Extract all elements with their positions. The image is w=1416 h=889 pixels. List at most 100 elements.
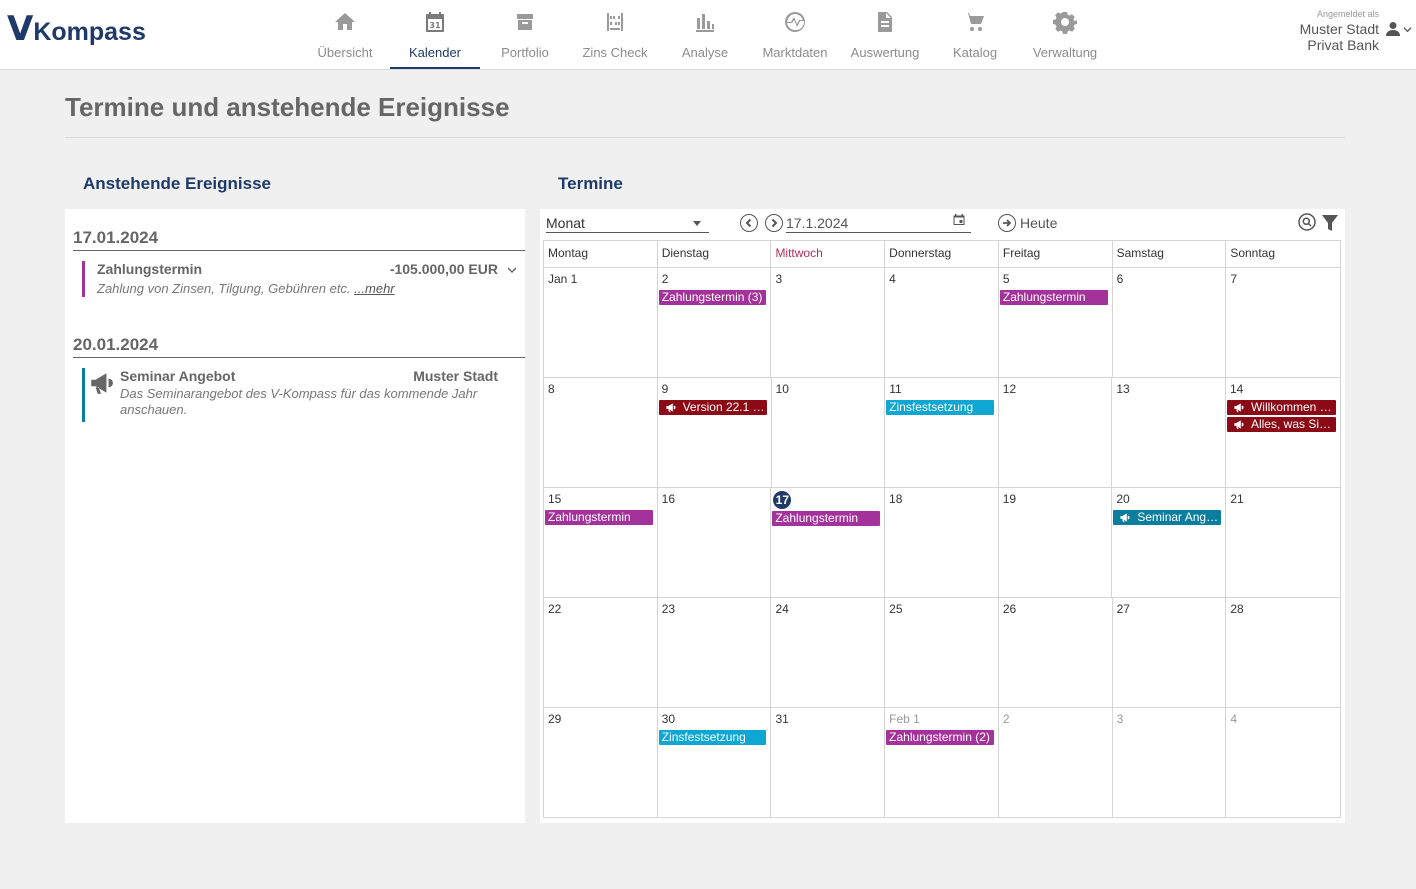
calendar-day-cell[interactable]: 13 xyxy=(1112,378,1226,487)
calendar-icon-number: 31 xyxy=(429,21,441,30)
calendar-day-cell[interactable]: 30 Zinsfestsetzung xyxy=(658,708,772,817)
calendar-day-cell[interactable]: 9 Version 22.1 is... xyxy=(658,378,772,487)
calendar-picker-icon[interactable] xyxy=(953,213,965,226)
megaphone-icon xyxy=(665,403,676,413)
calendar-day-cell[interactable]: 3 xyxy=(771,268,886,377)
calendar-event[interactable]: Zahlungstermin (3) xyxy=(658,290,767,305)
calendar-event-label: Version 22.1 is... xyxy=(682,400,767,414)
calendar-day-cell[interactable]: 12 xyxy=(999,378,1113,487)
chevron-down-icon[interactable] xyxy=(507,265,517,275)
calendar-day-cell[interactable]: 11 Zinsfestsetzung xyxy=(885,378,999,487)
calendar-event[interactable]: Seminar Ange... xyxy=(1113,510,1222,525)
calendar-day-cell[interactable]: 31 xyxy=(771,708,886,817)
day-number: 3 xyxy=(775,272,783,286)
date-input[interactable]: 17.1.2024 xyxy=(786,213,971,233)
calendar-event[interactable]: Zahlungstermin xyxy=(772,511,881,526)
calendar-day-cell[interactable]: 21 xyxy=(1226,488,1340,597)
event-item[interactable]: Zahlungstermin -105.000,00 EUR Zahlung v… xyxy=(82,261,525,297)
weekday-header: Donnerstag xyxy=(885,241,999,267)
chevron-right-icon xyxy=(771,218,778,228)
user-menu[interactable]: Angemeldet als Muster Stadt Privat Bank xyxy=(1300,9,1412,53)
calendar-day-cell[interactable]: 20 Seminar Ange... xyxy=(1112,488,1227,597)
calendar-day-cell[interactable]: 6 xyxy=(1113,268,1227,377)
logo-text: Kompass xyxy=(33,18,146,46)
calendar-day-cell[interactable]: 3 xyxy=(1113,708,1227,817)
day-number: 3 xyxy=(1116,712,1124,726)
event-item[interactable]: Seminar Angebot Muster Stadt Das Seminar… xyxy=(82,368,525,422)
calendar-event[interactable]: Alles, was Sie ... xyxy=(1226,417,1336,432)
day-number: 19 xyxy=(1002,492,1017,506)
calendar-day-cell[interactable]: Feb 1 Zahlungstermin (2) xyxy=(885,708,999,817)
calendar-day-cell[interactable]: 25 xyxy=(885,598,999,707)
calendar-event[interactable]: Willkommen b... xyxy=(1226,400,1336,415)
day-number: 21 xyxy=(1230,492,1244,506)
abacus-icon xyxy=(607,13,623,31)
page-title: Termine und anstehende Ereignisse xyxy=(65,92,510,122)
calendar-day-cell[interactable]: 23 xyxy=(658,598,772,707)
calendar-day-cell[interactable]: 28 xyxy=(1226,598,1340,707)
calendar-day-cell[interactable]: 4 xyxy=(1226,708,1340,817)
day-number: 5 xyxy=(1002,272,1010,286)
next-month-button[interactable] xyxy=(765,214,783,232)
nav-item-portfolio[interactable]: Portfolio xyxy=(480,0,570,70)
nav-item-kalender[interactable]: 31 Kalender xyxy=(390,0,480,69)
calendar-event[interactable]: Zahlungstermin xyxy=(999,290,1108,305)
calendar-day-cell[interactable]: 15 Zahlungstermin xyxy=(544,488,658,597)
view-select-value: Monat xyxy=(546,215,585,231)
user-dropdown[interactable] xyxy=(1385,21,1412,37)
event-amount: -105.000,00 EUR xyxy=(389,261,498,277)
calendar-week-row: 29 30 Zinsfestsetzung 31 Feb 1 Zahlungstermin… xyxy=(544,708,1340,817)
chevron-left-icon xyxy=(745,218,752,228)
nav-item-marktdaten[interactable]: Marktdaten xyxy=(750,0,840,70)
calendar-day-cell[interactable]: 27 xyxy=(1113,598,1227,707)
logo[interactable]: V Kompass xyxy=(7,12,146,46)
calendar-day-cell[interactable]: 2 xyxy=(999,708,1113,817)
calendar-day-cell[interactable]: 4 xyxy=(885,268,999,377)
calendar-day-cell[interactable]: 2 Zahlungstermin (3) xyxy=(658,268,772,377)
nav-item-auswertung[interactable]: Auswertung xyxy=(840,0,930,70)
calendar-event[interactable]: Zinsfestsetzung xyxy=(886,400,994,415)
calendar-day-cell[interactable]: 19 xyxy=(999,488,1113,597)
day-number: 8 xyxy=(548,382,555,396)
day-number: 23 xyxy=(661,602,676,616)
weekday-header: Dienstag xyxy=(658,241,772,267)
filter-icon[interactable] xyxy=(1322,214,1338,232)
calendar-day-cell[interactable]: 26 xyxy=(999,598,1113,707)
view-select[interactable]: Monat xyxy=(546,215,709,233)
day-number: 16 xyxy=(661,492,676,506)
calendar-day-cell[interactable]: 7 xyxy=(1226,268,1340,377)
calendar-event[interactable]: Zahlungstermin xyxy=(545,510,653,525)
calendar-day-cell[interactable]: 16 xyxy=(658,488,772,597)
calendar-day-cell[interactable]: 10 xyxy=(772,378,886,487)
nav-item-verwaltung[interactable]: Verwaltung xyxy=(1020,0,1110,70)
day-number: 28 xyxy=(1230,602,1244,616)
nav-item-uebersicht[interactable]: Übersicht xyxy=(300,0,390,70)
calendar-day-cell[interactable]: 5 Zahlungstermin xyxy=(999,268,1113,377)
calendar-day-cell[interactable]: Jan 1 xyxy=(544,268,658,377)
calendar-day-cell[interactable]: 8 xyxy=(544,378,658,487)
main-nav: Übersicht 31 Kalender Portfolio Zins Che… xyxy=(300,0,1110,70)
caret-down-icon xyxy=(693,221,701,226)
nav-item-zins-check[interactable]: Zins Check xyxy=(570,0,660,70)
calendar-day-cell[interactable]: 24 xyxy=(771,598,886,707)
calendar-event[interactable]: Version 22.1 is... xyxy=(658,400,767,415)
calendar-week-row: 8 9 Version 22.1 is... 10 11 Zinsfestsetzung 1… xyxy=(544,378,1340,488)
calendar-day-cell[interactable]: 18 xyxy=(885,488,999,597)
nav-item-analyse[interactable]: Analyse xyxy=(660,0,750,70)
nav-item-katalog[interactable]: Katalog xyxy=(930,0,1020,70)
weekday-header: Montag xyxy=(544,241,658,267)
day-number: 7 xyxy=(1230,272,1237,286)
calendar-event[interactable]: Zinsfestsetzung xyxy=(658,730,767,745)
day-number: 11 xyxy=(889,382,902,396)
prev-month-button[interactable] xyxy=(740,214,758,232)
calendar-day-cell[interactable]: 14 Willkommen b... Alles, was Sie ... xyxy=(1226,378,1340,487)
calendar-day-cell[interactable]: 22 xyxy=(544,598,658,707)
search-icon[interactable] xyxy=(1298,213,1316,231)
more-link[interactable]: ...mehr xyxy=(354,281,394,296)
day-number: 31 xyxy=(775,712,789,726)
today-button[interactable]: Heute xyxy=(998,214,1057,232)
calendar-day-cell[interactable]: 29 xyxy=(544,708,658,817)
calendar-event[interactable]: Zahlungstermin (2) xyxy=(886,730,994,745)
calendar-day-cell[interactable]: 17 Zahlungstermin xyxy=(771,488,886,597)
day-number: 18 xyxy=(889,492,903,506)
